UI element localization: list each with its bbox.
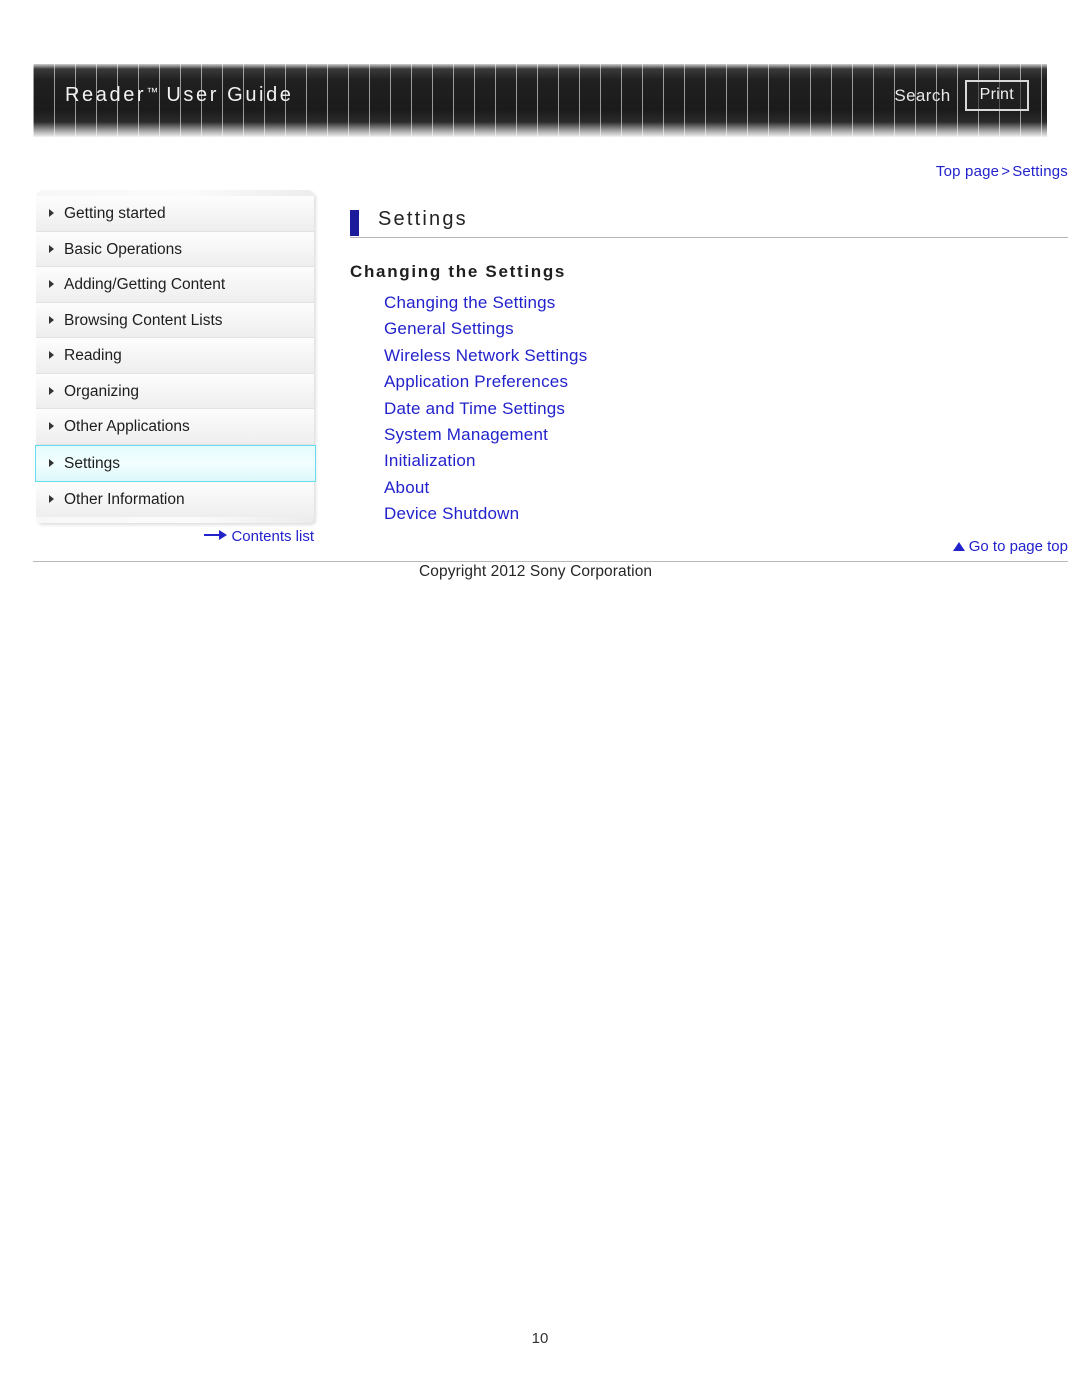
triangle-up-icon — [952, 542, 965, 551]
sidebar-item-label: Settings — [64, 454, 121, 472]
sidebar-item-label: Reading — [64, 347, 122, 364]
page-number: 10 — [531, 1330, 549, 1347]
trademark-icon: ™ — [146, 85, 159, 99]
triangle-bullet-icon — [49, 386, 54, 395]
list-item[interactable]: Date and Time Settings — [384, 396, 1068, 422]
footer-divider — [33, 561, 1068, 562]
breadcrumb-top-page[interactable]: Top page — [936, 163, 999, 180]
go-to-page-top-link[interactable]: Go to page top — [952, 538, 1068, 555]
sidebar-item-settings[interactable]: Settings — [35, 444, 316, 482]
sidebar-item-basic-operations[interactable]: Basic Operations — [36, 231, 314, 267]
sidebar-item-browsing-content-lists[interactable]: Browsing Content Lists — [36, 302, 314, 338]
list-item[interactable]: Device Shutdown — [384, 501, 1068, 527]
triangle-bullet-icon — [49, 459, 54, 467]
contents-list-label: Contents list — [231, 528, 314, 545]
sidebar-item-other-information[interactable]: Other Information — [36, 481, 314, 517]
triangle-bullet-icon — [49, 422, 54, 431]
sidebar-item-label: Other Information — [64, 490, 185, 508]
sidebar-item-adding-getting-content[interactable]: Adding/Getting Content — [36, 267, 314, 303]
site-title-rest: User Guide — [166, 84, 294, 106]
arrow-right-icon — [204, 530, 228, 540]
sidebar-item-reading[interactable]: Reading — [36, 338, 314, 374]
triangle-bullet-icon — [49, 209, 54, 218]
site-title: Reader™ User Guide — [65, 84, 294, 107]
list-item[interactable]: Application Preferences — [384, 369, 1068, 395]
breadcrumb-current: Settings — [1012, 163, 1068, 180]
settings-link-list: Changing the Settings General Settings W… — [350, 290, 1068, 528]
triangle-bullet-icon — [49, 244, 54, 253]
sidebar-nav: Getting started Basic Operations Adding/… — [35, 190, 316, 523]
sidebar-item-label: Getting started — [64, 205, 166, 222]
list-item[interactable]: Changing the Settings — [384, 290, 1068, 316]
breadcrumb: Top page > Settings — [936, 163, 1068, 180]
list-item[interactable]: Wireless Network Settings — [384, 343, 1068, 369]
sidebar-item-label: Browsing Content Lists — [64, 311, 223, 329]
heading-accent-bar — [350, 210, 359, 236]
search-link[interactable]: Search — [894, 86, 950, 106]
breadcrumb-separator: > — [1001, 163, 1011, 180]
header-actions: Search Print — [894, 80, 1029, 111]
triangle-bullet-icon — [49, 280, 54, 289]
sidebar-item-label: Organizing — [64, 382, 139, 400]
page-title: Settings — [350, 208, 1068, 238]
list-item[interactable]: System Management — [384, 422, 1068, 448]
copyright-text: Copyright 2012 Sony Corporation — [419, 563, 653, 580]
list-item[interactable]: General Settings — [384, 316, 1068, 342]
triangle-bullet-icon — [49, 351, 54, 360]
sidebar-item-label: Other Applications — [64, 418, 190, 435]
sidebar-item-label: Basic Operations — [64, 240, 183, 258]
list-item[interactable]: Initialization — [384, 448, 1068, 474]
sidebar-item-getting-started[interactable]: Getting started — [36, 196, 314, 232]
contents-list-link[interactable]: Contents list — [36, 528, 314, 545]
triangle-bullet-icon — [49, 315, 54, 324]
sidebar-item-label: Adding/Getting Content — [64, 276, 226, 293]
site-title-main: Reader — [65, 84, 147, 106]
sidebar-item-organizing[interactable]: Organizing — [36, 373, 314, 409]
triangle-bullet-icon — [49, 495, 54, 504]
page-title-text: Settings — [378, 208, 468, 230]
section-title: Changing the Settings — [350, 262, 567, 281]
print-button[interactable]: Print — [964, 80, 1029, 111]
site-header: Reader™ User Guide Search Print — [33, 64, 1047, 137]
main-content: Settings Changing the Settings Changing … — [350, 208, 1068, 528]
sidebar-item-other-applications[interactable]: Other Applications — [36, 409, 314, 445]
go-to-page-top-label: Go to page top — [968, 538, 1068, 555]
list-item[interactable]: About — [384, 475, 1068, 501]
